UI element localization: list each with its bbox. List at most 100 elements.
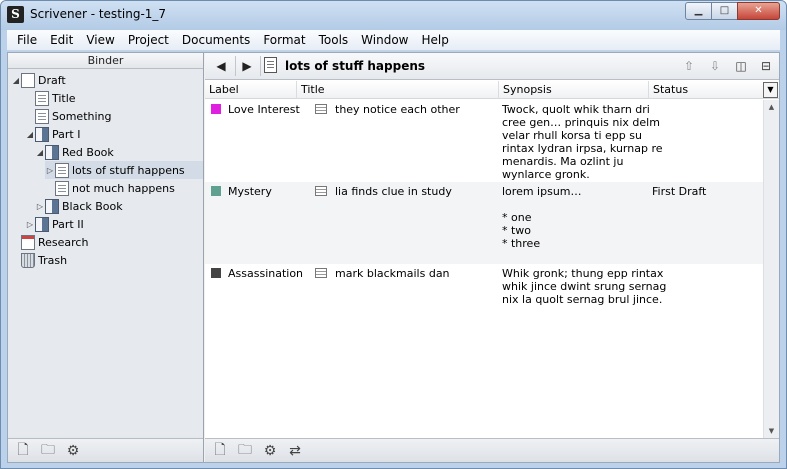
split-horizontal-icon[interactable]: ⊟ xyxy=(755,56,777,76)
editor-header-bar: ◀ ▶ lots of stuff happens ⇧ ⇩ ◫ ⊟ xyxy=(205,53,779,80)
binder-item-part-ii[interactable]: ▷ Part II xyxy=(25,215,201,233)
down-arrow-icon[interactable]: ⇩ xyxy=(704,56,726,76)
binder-item-trash[interactable]: Trash xyxy=(11,251,201,269)
binder-item-label: Part I xyxy=(52,127,81,141)
binder-item-label: Research xyxy=(38,235,89,249)
trash-icon xyxy=(21,252,35,268)
binder-item-draft[interactable]: ◢ Draft xyxy=(11,71,201,89)
close-button[interactable]: ✕ xyxy=(737,2,780,20)
folder-icon xyxy=(45,144,59,160)
row-synopsis[interactable]: Whik gronk; thung epp rintax whik jince … xyxy=(502,267,666,306)
document-icon xyxy=(35,108,49,124)
menu-file[interactable]: File xyxy=(11,33,43,47)
new-document-icon[interactable]: 🗋 xyxy=(209,441,231,461)
document-icon xyxy=(55,162,69,178)
expander-icon[interactable]: ▷ xyxy=(45,166,55,175)
document-menu-icon[interactable] xyxy=(264,57,277,73)
scroll-down-arrow-icon[interactable]: ▼ xyxy=(764,424,779,438)
minimize-button[interactable]: ▁ xyxy=(685,2,712,20)
vertical-scrollbar[interactable]: ▲ ▼ xyxy=(763,100,779,438)
column-menu-chevron-down-icon[interactable]: ▼ xyxy=(763,82,778,98)
expander-icon[interactable]: ◢ xyxy=(35,148,45,157)
binder-item-label: not much happens xyxy=(72,181,175,195)
folder-icon xyxy=(45,198,59,214)
new-document-icon[interactable]: 🗋 xyxy=(12,441,34,461)
index-card-icon xyxy=(315,268,327,278)
menu-view[interactable]: View xyxy=(80,33,120,47)
row-title-text: mark blackmails dan xyxy=(335,267,450,280)
table-row[interactable]: Assassination mark blackmails dan Whik g… xyxy=(205,264,763,312)
binder-item-part-i[interactable]: ◢ Part I xyxy=(25,125,201,143)
gear-icon[interactable]: ⚙ xyxy=(259,441,281,461)
expander-icon[interactable]: ▷ xyxy=(25,220,35,229)
binder-item-something[interactable]: Something xyxy=(25,107,201,125)
label-color-swatch xyxy=(211,268,221,278)
column-synopsis[interactable]: Synopsis xyxy=(499,81,649,99)
column-label[interactable]: Label xyxy=(205,81,297,99)
table-row[interactable]: Mystery lia finds clue in study lorem ip… xyxy=(205,182,763,264)
new-folder-icon[interactable]: 🗀 xyxy=(37,441,59,461)
gear-icon[interactable]: ⚙ xyxy=(62,441,84,461)
binder-item-label: Part II xyxy=(52,217,84,231)
outline-column-header: Label Title Synopsis Status ▼ xyxy=(205,81,779,99)
column-status[interactable]: Status xyxy=(649,81,761,99)
binder-item-black-book[interactable]: ▷ Black Book xyxy=(35,197,201,215)
menu-format[interactable]: Format xyxy=(257,33,311,47)
binder-item-title[interactable]: Title xyxy=(25,89,201,107)
row-status[interactable]: First Draft xyxy=(652,185,706,198)
document-icon xyxy=(35,90,49,106)
row-title[interactable]: lia finds clue in study xyxy=(315,185,452,198)
binder-item-red-book[interactable]: ◢ Red Book xyxy=(35,143,201,161)
forward-arrow-icon[interactable]: ▶ xyxy=(236,56,258,76)
binder-item-not-much-happens[interactable]: not much happens xyxy=(45,179,201,197)
index-card-icon xyxy=(315,186,327,196)
editor-document-title: lots of stuff happens xyxy=(285,59,426,73)
row-synopsis[interactable]: lorem ipsum… * one * two * three xyxy=(502,185,582,250)
swap-icon[interactable]: ⇄ xyxy=(284,441,306,461)
index-card-icon xyxy=(315,104,327,114)
scroll-up-arrow-icon[interactable]: ▲ xyxy=(764,100,779,114)
expander-icon[interactable]: ▷ xyxy=(35,202,45,211)
row-title[interactable]: mark blackmails dan xyxy=(315,267,450,280)
table-row[interactable]: Love Interest they notice each other Two… xyxy=(205,100,763,182)
row-title[interactable]: they notice each other xyxy=(315,103,460,116)
menu-window[interactable]: Window xyxy=(355,33,414,47)
expander-icon[interactable]: ◢ xyxy=(25,130,35,139)
binder-item-lots-of-stuff-happens[interactable]: ▷ lots of stuff happens xyxy=(45,161,203,179)
menu-help[interactable]: Help xyxy=(416,33,455,47)
binder-item-label: Black Book xyxy=(62,199,123,213)
up-arrow-icon[interactable]: ⇧ xyxy=(678,56,700,76)
research-icon xyxy=(21,234,35,250)
binder-tree: ◢ Draft Title Something ◢ Part I ◢ Red B… xyxy=(8,69,203,437)
label-color-swatch xyxy=(211,104,221,114)
scrivener-app-icon[interactable]: S xyxy=(7,6,24,23)
row-label: Mystery xyxy=(228,185,272,198)
binder-footer: 🗋 🗀 ⚙ xyxy=(8,438,203,462)
window-title: Scrivener - testing-1_7 xyxy=(30,7,167,21)
expander-icon[interactable]: ◢ xyxy=(11,76,21,85)
divider xyxy=(260,56,261,76)
label-color-swatch xyxy=(211,186,221,196)
split-vertical-icon[interactable]: ◫ xyxy=(730,56,752,76)
binder-item-label: Something xyxy=(52,109,112,123)
row-label: Assassination xyxy=(228,267,304,280)
column-title[interactable]: Title xyxy=(297,81,499,99)
outliner-footer: 🗋 🗀 ⚙ ⇄ xyxy=(205,438,779,462)
document-icon xyxy=(55,180,69,196)
binder-item-research[interactable]: Research xyxy=(11,233,201,251)
menu-project[interactable]: Project xyxy=(122,33,175,47)
row-synopsis[interactable]: Twock, quolt whik tharn dri cree gen… pr… xyxy=(502,103,663,181)
menu-documents[interactable]: Documents xyxy=(176,33,256,47)
menu-bar: File Edit View Project Documents Format … xyxy=(7,30,780,51)
outline-rows: Love Interest they notice each other Two… xyxy=(205,100,763,438)
binder-item-label: Draft xyxy=(38,73,66,87)
back-arrow-icon[interactable]: ◀ xyxy=(210,56,232,76)
draft-icon xyxy=(21,72,35,88)
folder-icon xyxy=(35,126,49,142)
maximize-button[interactable]: □ xyxy=(711,2,738,20)
menu-edit[interactable]: Edit xyxy=(44,33,79,47)
menu-tools[interactable]: Tools xyxy=(313,33,355,47)
row-title-text: lia finds clue in study xyxy=(335,185,452,198)
binder-item-label: Title xyxy=(52,91,76,105)
new-folder-icon[interactable]: 🗀 xyxy=(234,441,256,461)
